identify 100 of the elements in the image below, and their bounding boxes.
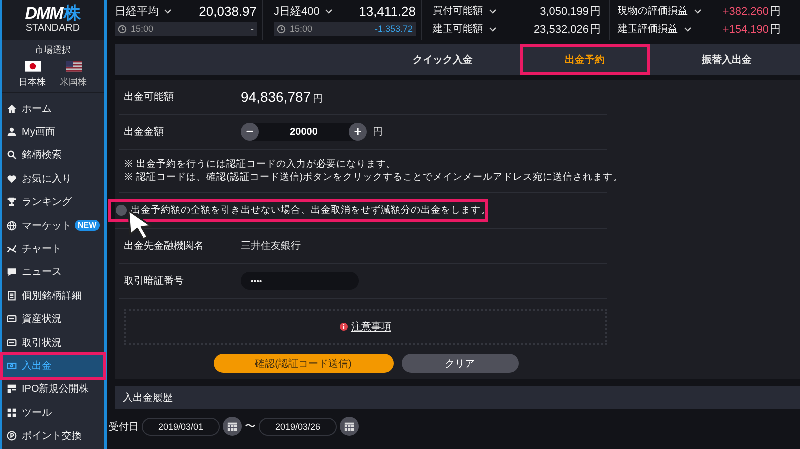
- sidebar-item[interactable]: お気に入り: [2, 167, 104, 191]
- index-name: J日経400: [274, 5, 320, 19]
- chevron-down-icon[interactable]: [489, 26, 497, 32]
- index-ticker[interactable]: J日経400 13,411.28 15:00 -1,353.72: [266, 0, 422, 40]
- clock-icon: [277, 24, 286, 34]
- sidebar-item-label: 資産状況: [22, 312, 62, 326]
- account-label: 建玉可能額: [433, 22, 483, 36]
- sidebar-item[interactable]: 銘柄検索: [2, 144, 104, 168]
- sidebar-item[interactable]: 資産状況: [2, 308, 104, 331]
- sidebar-item[interactable]: ランキング: [2, 190, 104, 214]
- chevron-down-icon[interactable]: [684, 26, 692, 32]
- calendar-button[interactable]: [340, 417, 359, 436]
- sidebar-item[interactable]: ニュース: [2, 260, 104, 284]
- account-value: 3,050,199 円: [540, 4, 601, 18]
- chart-icon: [7, 244, 17, 254]
- grid-icon: [7, 408, 17, 418]
- tab[interactable]: クイック入金: [378, 46, 508, 72]
- market-option[interactable]: 米国株: [57, 61, 90, 89]
- sidebar-item[interactable]: 取引状況: [2, 330, 104, 354]
- index-ticker[interactable]: 日経平均 20,038.97 15:00 -: [107, 0, 263, 40]
- account-label: 現物の評価損益: [618, 4, 688, 18]
- info-icon: [340, 323, 348, 331]
- note-text: ※ 認証コードは、確認(認証コード送信)ボタンをクリックすることでメインメールアドレス宛に送信されます。: [124, 171, 624, 184]
- sidebar-item-label: ニュース: [22, 266, 62, 280]
- password-field[interactable]: ••••: [241, 272, 359, 290]
- sidebar-item[interactable]: チャート: [2, 237, 104, 261]
- home-icon: [7, 104, 17, 114]
- sidebar-item-label: ポイント交換: [22, 430, 82, 444]
- clear-button[interactable]: クリア: [402, 354, 518, 373]
- logo-wordmark: DMM: [25, 5, 63, 23]
- sidebar-item-label: 入出金: [22, 360, 52, 373]
- logo-mark: 株: [64, 5, 81, 23]
- japan-flag-icon: [24, 61, 40, 72]
- card-icon: [7, 338, 17, 348]
- sidebar-item[interactable]: IPO新規公開株: [2, 378, 104, 402]
- sidebar-item-label: お気に入り: [22, 172, 72, 186]
- new-badge: NEW: [75, 220, 100, 232]
- notice-link[interactable]: 注意事項: [352, 320, 392, 334]
- search-icon: [7, 150, 17, 160]
- date-field[interactable]: 2019/03/26: [259, 418, 337, 436]
- chevron-down-icon[interactable]: [694, 8, 702, 14]
- confirm-button[interactable]: 確認(認証コード送信): [214, 354, 394, 373]
- date-field[interactable]: 2019/03/01: [142, 418, 220, 436]
- globe-icon: [7, 220, 17, 231]
- sidebar-item-label: 個別銘柄詳細: [22, 290, 82, 303]
- heart-icon: [7, 174, 17, 184]
- money-icon: [7, 360, 17, 371]
- doc-icon: [7, 290, 17, 301]
- section-label: 市場選択: [35, 44, 71, 56]
- checkbox[interactable]: [116, 205, 127, 216]
- range-separator: 〜: [245, 420, 256, 434]
- sidebar-item-label: 取引状況: [22, 336, 62, 350]
- chevron-down-icon: [164, 9, 172, 14]
- index-change: -: [251, 24, 254, 34]
- index-value: 13,411.28: [359, 4, 416, 19]
- sidebar-item-label: ツール: [22, 406, 52, 420]
- sidebar-item[interactable]: ツール: [2, 401, 104, 424]
- field-label: 出金可能額: [124, 90, 175, 104]
- us-flag-icon: [66, 61, 82, 72]
- increase-button[interactable]: +: [349, 123, 367, 141]
- logo-subtitle: STANDARD: [26, 23, 80, 35]
- account-value: +382,260 円: [722, 4, 781, 18]
- chevron-down-icon[interactable]: [489, 8, 497, 14]
- sidebar-item-label: マーケット: [22, 220, 72, 233]
- sidebar-item[interactable]: 入出金: [2, 354, 104, 378]
- calendar-button[interactable]: [223, 417, 242, 436]
- clock-icon: [118, 24, 127, 34]
- person-icon: [7, 127, 17, 138]
- index-name: 日経平均: [115, 5, 159, 19]
- sidebar-item-label: IPO新規公開株: [22, 382, 90, 396]
- card-icon: [7, 314, 17, 324]
- trophy-icon: [7, 197, 17, 208]
- index-value: 20,038.97: [199, 4, 257, 19]
- sidebar-item-label: ランキング: [22, 196, 72, 210]
- decrease-button[interactable]: −: [241, 123, 259, 141]
- tab[interactable]: 振替入出金: [662, 46, 792, 72]
- amount-field[interactable]: 20000: [290, 126, 318, 138]
- account-value: 23,532,026 円: [534, 22, 601, 36]
- market-option[interactable]: 日本株: [16, 61, 49, 89]
- sidebar-item[interactable]: My画面: [2, 120, 104, 144]
- sidebar-item[interactable]: マーケット NEW: [2, 214, 104, 238]
- calendar-icon: [227, 421, 238, 432]
- account-label: 建玉評価損益: [618, 22, 678, 36]
- field-label: 取引暗証番号: [124, 274, 185, 288]
- note-text: ※ 出金予約を行うには認証コードの入力が必要になります。: [124, 158, 397, 171]
- sidebar-item[interactable]: ホーム: [2, 97, 104, 120]
- logo[interactable]: DMM株 STANDARD: [2, 0, 104, 40]
- sidebar-item[interactable]: ポイント交換: [2, 424, 104, 448]
- unit-label: 円: [373, 126, 383, 139]
- field-label: 出金金額: [124, 126, 165, 139]
- sidebar-item-label: 銘柄検索: [22, 148, 62, 162]
- tab[interactable]: 出金予約: [520, 44, 650, 75]
- account-value: +154,190 円: [722, 22, 781, 36]
- sidebar-item-label: チャート: [22, 243, 62, 256]
- field-label: 出金先金融機関名: [124, 240, 205, 253]
- chat-icon: [7, 267, 17, 278]
- section-header: 入出金履歴: [115, 386, 800, 409]
- index-time: 15:00: [131, 24, 154, 34]
- sidebar-item[interactable]: 個別銘柄詳細: [2, 284, 104, 308]
- chevron-down-icon: [324, 9, 333, 14]
